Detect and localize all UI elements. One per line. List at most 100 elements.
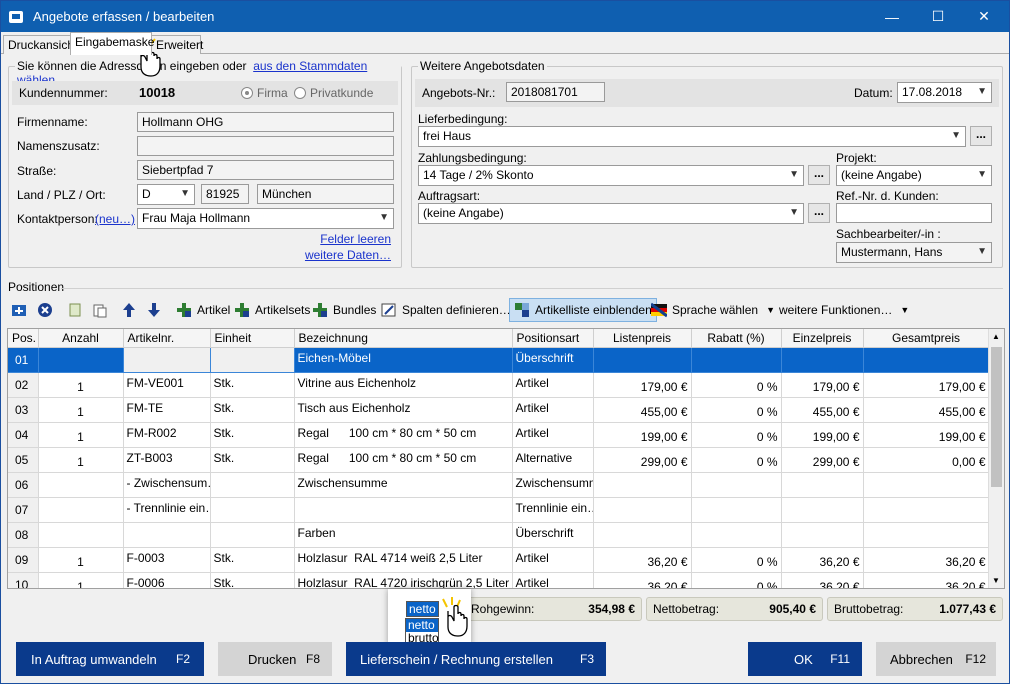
table-row[interactable]: 03 1 FM-TE Stk. Tisch aus Eichenholz Artikel 4…	[8, 397, 990, 423]
table-row[interactable]: 06 - Zwischensum… Zwischensumme Zwischensum…	[8, 472, 990, 498]
table-cell[interactable]	[593, 497, 692, 523]
table-cell[interactable]: Farben	[294, 522, 513, 548]
zahlungsbedingung-select[interactable]: 14 Tage / 2% Skonto ▼	[418, 165, 804, 186]
table-cell[interactable]: Artikel	[512, 422, 594, 448]
table-cell[interactable]: 36,20 €	[781, 572, 864, 588]
table-cell[interactable]: 02	[8, 372, 39, 398]
table-cell[interactable]: FM-VE001	[123, 372, 211, 398]
table-cell[interactable]: - Trennlinie ein…	[123, 497, 211, 523]
table-cell[interactable]	[781, 347, 864, 373]
scroll-up-icon[interactable]: ▲	[992, 332, 1000, 341]
table-cell[interactable]: 1	[38, 422, 124, 448]
column-header[interactable]: Bezeichnung	[294, 329, 513, 348]
angebotsnr-input[interactable]: 2018081701	[506, 82, 605, 102]
table-cell[interactable]: Eichen-Möbel	[294, 347, 513, 373]
projekt-select[interactable]: (keine Angabe) ▼	[836, 165, 992, 186]
table-cell[interactable]: 199,00 €	[863, 422, 990, 448]
minimize-button[interactable]: —	[869, 1, 915, 32]
table-cell[interactable]: FM-TE	[123, 397, 211, 423]
table-cell[interactable]: Überschrift	[512, 522, 594, 548]
table-cell[interactable]: 0 %	[691, 422, 782, 448]
datum-picker[interactable]: 17.08.2018 ▼	[897, 82, 992, 103]
table-cell[interactable]: 1	[38, 547, 124, 573]
table-cell[interactable]: 05	[8, 447, 39, 473]
table-cell[interactable]	[294, 497, 513, 523]
table-cell[interactable]: Stk.	[210, 447, 295, 473]
firmenname-input[interactable]: Hollmann OHG	[137, 112, 394, 132]
table-cell[interactable]	[691, 522, 782, 548]
table-cell[interactable]: 1	[38, 447, 124, 473]
weitere-daten-link[interactable]: weitere Daten…	[305, 248, 391, 262]
table-cell[interactable]: 08	[8, 522, 39, 548]
plz-input[interactable]: 81925	[201, 184, 249, 204]
table-cell[interactable]	[210, 472, 295, 498]
table-cell[interactable]: 1	[38, 572, 124, 588]
table-cell[interactable]: FM-R002	[123, 422, 211, 448]
table-cell[interactable]	[781, 472, 864, 498]
column-header[interactable]: Listenpreis	[593, 329, 692, 348]
table-cell[interactable]: Vitrine aus Eichenholz	[294, 372, 513, 398]
column-header[interactable]: Rabatt (%)	[691, 329, 782, 348]
table-cell[interactable]: Artikel	[512, 547, 594, 573]
table-cell[interactable]: Stk.	[210, 547, 295, 573]
zahlungsbedingung-more-button[interactable]: ...	[808, 165, 830, 185]
kontakt-select[interactable]: Frau Maja Hollmann ▼	[137, 208, 394, 229]
auftragsart-more-button[interactable]: ...	[808, 203, 830, 223]
kontakt-neu-link[interactable]: (neu…)	[95, 212, 135, 226]
table-cell[interactable]: 03	[8, 397, 39, 423]
table-cell[interactable]	[123, 522, 211, 548]
refnr-input[interactable]	[836, 203, 992, 223]
table-cell[interactable]	[38, 472, 124, 498]
table-cell[interactable]: Tisch aus Eichenholz	[294, 397, 513, 423]
firma-radio[interactable]: Firma	[241, 86, 288, 100]
abbrechen-button[interactable]: Abbrechen F12	[876, 642, 996, 676]
move-up-button[interactable]	[119, 298, 144, 322]
close-button[interactable]: ✕	[961, 1, 1007, 32]
table-cell[interactable]: 0,00 €	[863, 447, 990, 473]
spalten-definieren-button[interactable]: Spalten definieren…	[379, 298, 513, 322]
add-position-button[interactable]	[9, 298, 34, 322]
table-cell[interactable]: 1	[38, 372, 124, 398]
weitere-funktionen-button[interactable]: weitere Funktionen… ▼	[777, 298, 911, 322]
drucken-button[interactable]: Drucken F8	[218, 642, 332, 676]
auftrag-umwandeln-button[interactable]: In Auftrag umwandeln F2	[16, 642, 204, 676]
tab-eingabemaske[interactable]: Eingabemaske	[70, 32, 154, 55]
lieferbedingung-select[interactable]: frei Haus ▼	[418, 126, 966, 147]
table-cell[interactable]: 455,00 €	[863, 397, 990, 423]
table-cell[interactable]: Stk.	[210, 372, 295, 398]
paste-button[interactable]	[90, 298, 115, 322]
table-cell[interactable]	[210, 522, 295, 548]
artikelsets-button[interactable]: Artikelsets	[232, 298, 312, 322]
table-cell[interactable]	[38, 522, 124, 548]
table-cell[interactable]	[593, 522, 692, 548]
table-cell[interactable]: 04	[8, 422, 39, 448]
lieferschein-rechnung-button[interactable]: Lieferschein / Rechnung erstellen F3	[346, 642, 606, 676]
table-cell[interactable]: Zwischensumme	[512, 472, 594, 498]
column-header[interactable]: Einheit	[210, 329, 295, 348]
column-header[interactable]: Pos.	[8, 329, 39, 348]
table-cell[interactable]: F-0003	[123, 547, 211, 573]
table-cell[interactable]: F-0006	[123, 572, 211, 588]
sprache-waehlen-button[interactable]: Sprache wählen ▼	[649, 298, 777, 322]
table-cell[interactable]	[38, 347, 124, 373]
maximize-button[interactable]: ☐	[915, 1, 961, 32]
strasse-input[interactable]: Siebertpfad 7	[137, 160, 394, 180]
column-header[interactable]: Artikelnr.	[123, 329, 211, 348]
move-down-button[interactable]	[144, 298, 169, 322]
table-cell[interactable]	[863, 347, 990, 373]
table-cell[interactable]: Stk.	[210, 572, 295, 588]
table-cell[interactable]	[210, 497, 295, 523]
table-cell[interactable]: Stk.	[210, 397, 295, 423]
table-cell[interactable]	[863, 472, 990, 498]
table-cell[interactable]: Regal 100 cm * 80 cm * 50 cm	[294, 447, 513, 473]
table-cell[interactable]: 36,20 €	[863, 572, 990, 588]
table-cell[interactable]	[691, 497, 782, 523]
table-cell[interactable]: 06	[8, 472, 39, 498]
table-cell[interactable]: 09	[8, 547, 39, 573]
table-cell[interactable]: 36,20 €	[593, 572, 692, 588]
table-cell[interactable]	[781, 497, 864, 523]
column-header[interactable]: Gesamtpreis	[863, 329, 990, 348]
table-cell[interactable]	[863, 522, 990, 548]
bundles-button[interactable]: Bundles	[310, 298, 378, 322]
delete-position-button[interactable]	[35, 298, 60, 322]
